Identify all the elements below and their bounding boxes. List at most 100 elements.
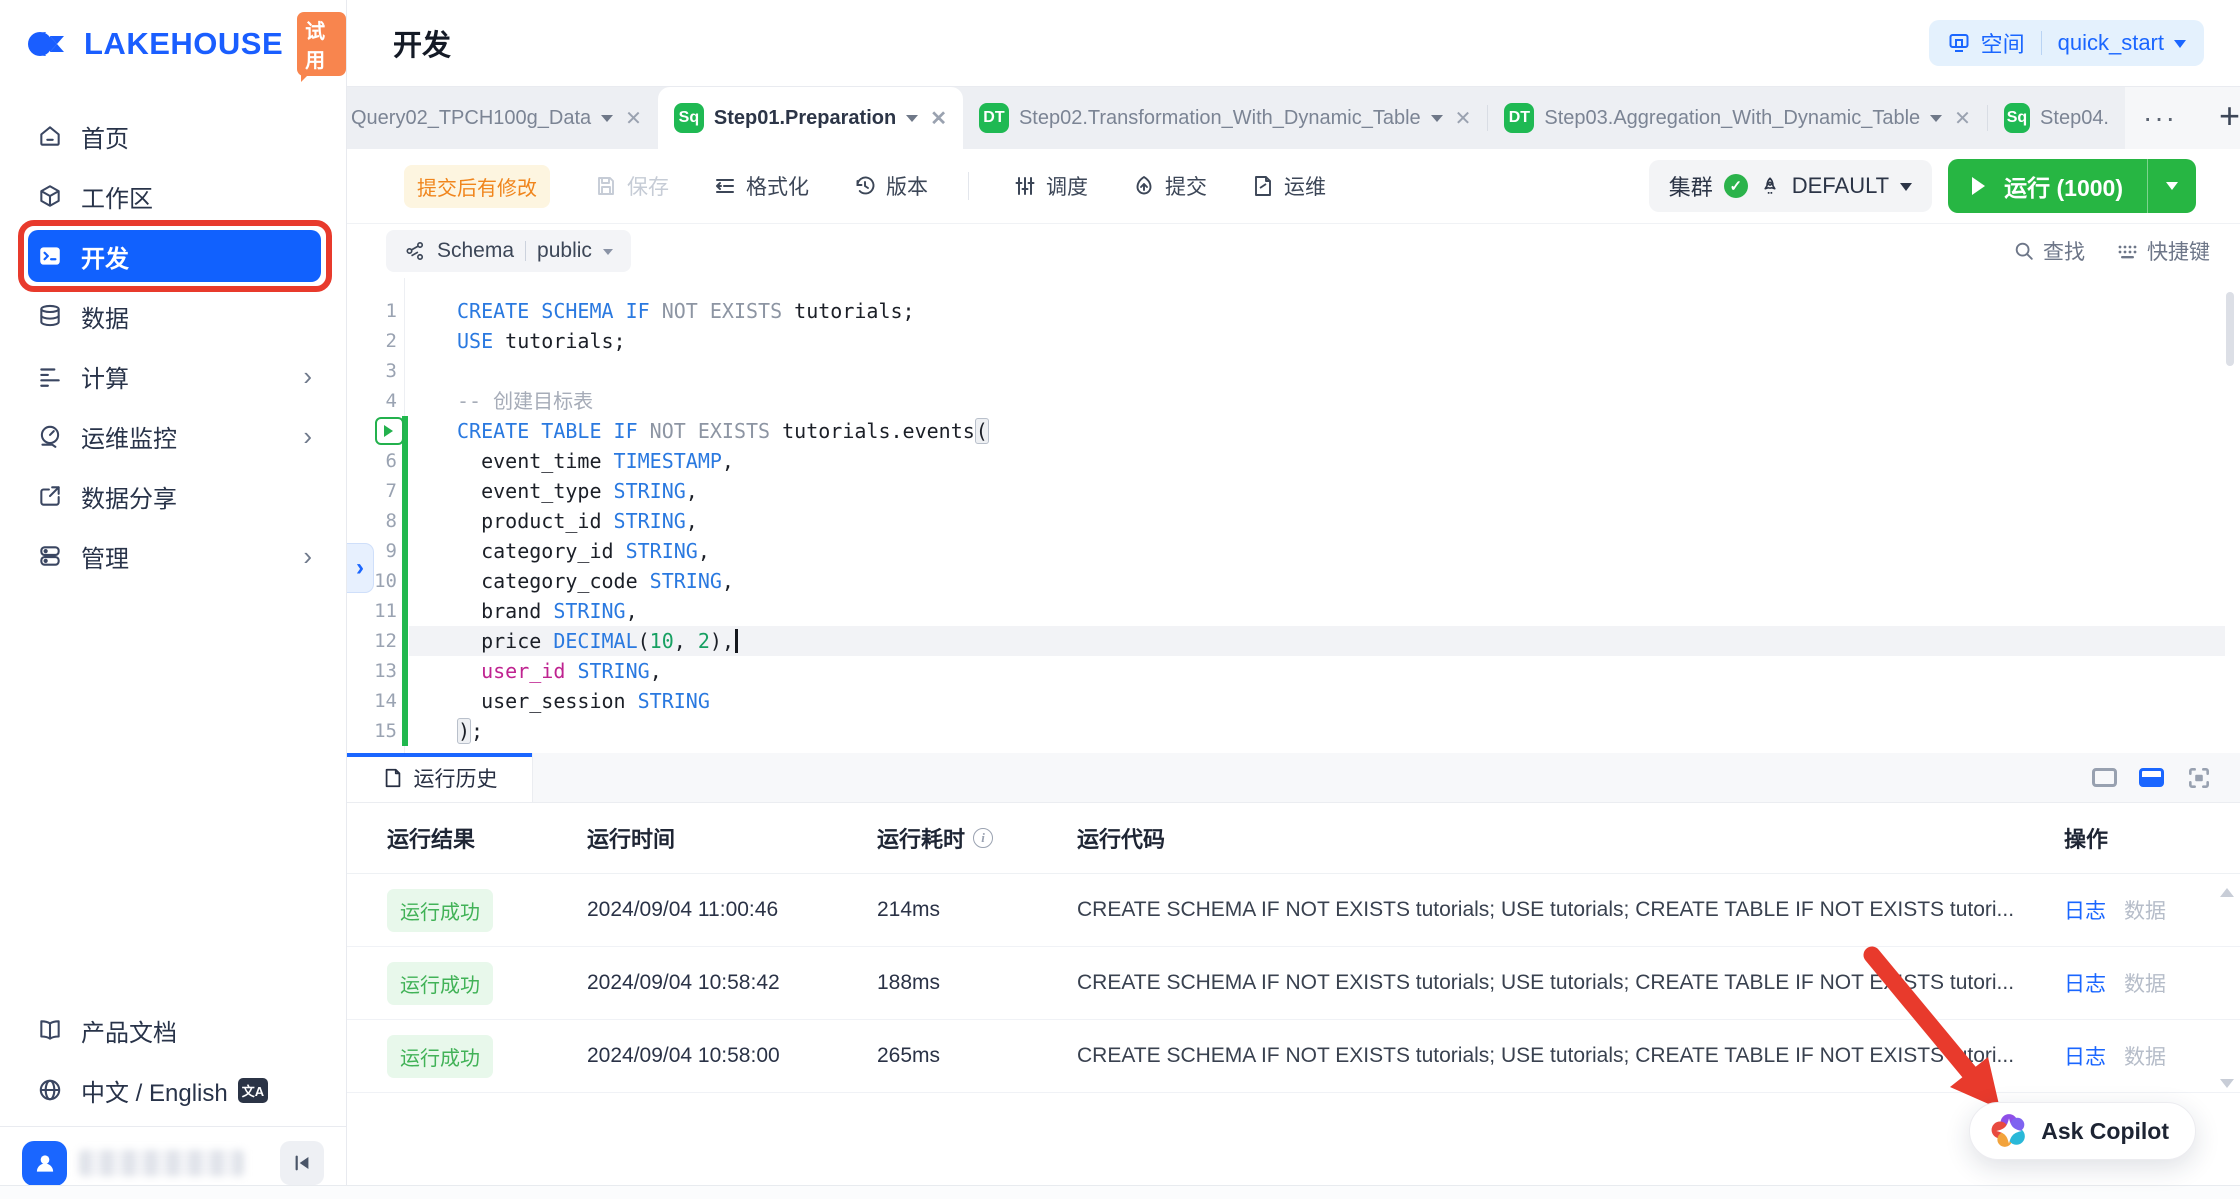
submit-button[interactable]: 提交 xyxy=(1132,171,1207,201)
tab-label: Step04. xyxy=(2040,107,2109,130)
more-tabs-button[interactable]: ··· xyxy=(2143,102,2177,134)
tab-query02[interactable]: Query02_TPCH100g_Data ✕ xyxy=(347,87,658,149)
close-icon[interactable]: ✕ xyxy=(930,106,947,131)
chevron-down-icon[interactable] xyxy=(906,115,918,128)
gauge-icon xyxy=(37,423,63,449)
close-icon[interactable]: ✕ xyxy=(1954,106,1971,131)
run-button[interactable]: 运行 (1000) xyxy=(1948,159,2196,213)
left-panel-expander[interactable]: › xyxy=(347,543,374,593)
sql-editor[interactable]: › 1CREATE SCHEMA IF NOT EXISTS tutorials… xyxy=(347,278,2240,753)
log-link[interactable]: 日志 xyxy=(2064,895,2106,925)
sidebar-item-data-share[interactable]: 数据分享 xyxy=(0,466,346,526)
chevron-down-icon xyxy=(2174,40,2186,54)
code-line: 11 brand STRING, xyxy=(347,596,2240,626)
data-link[interactable]: 数据 xyxy=(2124,1041,2166,1071)
keyboard-icon xyxy=(2115,239,2139,263)
editor-toolbar: 提交后有修改 保存 格式化 版本 调度 提交 xyxy=(347,149,2240,224)
product-docs-link[interactable]: 产品文档 xyxy=(0,1000,346,1060)
close-icon[interactable]: ✕ xyxy=(1455,106,1472,131)
status-badge: 运行成功 xyxy=(387,1035,493,1078)
language-switch[interactable]: 中文 / English 文A xyxy=(0,1060,346,1120)
user-name-redacted xyxy=(79,1150,244,1176)
log-link[interactable]: 日志 xyxy=(2064,1041,2106,1071)
layout-split-bottom-icon[interactable] xyxy=(2139,768,2164,787)
chevron-down-icon[interactable] xyxy=(1930,115,1942,128)
cluster-selector[interactable]: 集群 ✓ DEFAULT xyxy=(1649,160,1932,212)
add-tab-button[interactable]: + xyxy=(2219,95,2240,137)
col-result: 运行结果 xyxy=(387,822,587,854)
sidebar-item-home[interactable]: 首页 xyxy=(0,106,346,166)
ops-button[interactable]: 运维 xyxy=(1251,171,1326,201)
document-icon xyxy=(382,767,404,789)
run-statement-button[interactable] xyxy=(375,417,404,445)
divider xyxy=(525,241,526,261)
shortcuts-button[interactable]: 快捷键 xyxy=(2115,236,2210,266)
sidebar-item-admin[interactable]: 管理 › xyxy=(0,526,346,586)
tab-label: Query02_TPCH100g_Data xyxy=(351,107,591,130)
divider xyxy=(968,172,969,200)
changed-lines-bar xyxy=(402,416,408,746)
chevron-right-icon: › xyxy=(303,543,312,569)
schedule-button[interactable]: 调度 xyxy=(1013,171,1088,201)
sidebar-item-ops-monitor[interactable]: 运维监控 › xyxy=(0,406,346,466)
copilot-icon xyxy=(1990,1112,2028,1150)
tab-step02-transformation[interactable]: DT Step02.Transformation_With_Dynamic_Ta… xyxy=(963,87,1487,149)
sidebar-item-compute[interactable]: 计算 › xyxy=(0,346,346,406)
log-link[interactable]: 日志 xyxy=(2064,968,2106,998)
run-label: 运行 (1000) xyxy=(2004,169,2123,203)
run-options-button[interactable] xyxy=(2148,176,2196,196)
user-avatar[interactable] xyxy=(22,1141,67,1186)
tab-run-history[interactable]: 运行历史 xyxy=(347,753,533,802)
workspace-selector[interactable]: 空间 quick_start xyxy=(1929,20,2204,66)
data-link[interactable]: 数据 xyxy=(2124,895,2166,925)
sidebar-bottom: 产品文档 中文 / English 文A xyxy=(0,1000,346,1199)
history-row[interactable]: 运行成功 2024/09/04 10:58:42 188ms CREATE SC… xyxy=(347,947,2240,1020)
info-icon[interactable]: i xyxy=(973,828,993,848)
save-icon xyxy=(594,174,618,198)
sidebar-item-workspace[interactable]: 工作区 xyxy=(0,166,346,226)
submit-up-icon xyxy=(1132,174,1156,198)
ask-copilot-button[interactable]: Ask Copilot xyxy=(1969,1102,2196,1160)
scroll-up-arrow[interactable] xyxy=(2220,881,2234,897)
code-line: 7 event_type STRING, xyxy=(347,476,2240,506)
sidebar-item-data[interactable]: 数据 xyxy=(0,286,346,346)
run-code: CREATE SCHEMA IF NOT EXISTS tutorials; U… xyxy=(1077,898,2064,922)
schema-bar-right: 查找 快捷键 xyxy=(2013,236,2210,266)
sql-file-badge: Sq xyxy=(674,103,704,133)
code-line: 1CREATE SCHEMA IF NOT EXISTS tutorials; xyxy=(347,296,2240,326)
code-area[interactable]: 1CREATE SCHEMA IF NOT EXISTS tutorials; … xyxy=(347,278,2240,753)
version-button[interactable]: 版本 xyxy=(853,171,928,201)
logo[interactable]: LAKEHOUSE 试用 xyxy=(0,0,346,88)
panel-tab-label: 运行历史 xyxy=(414,763,498,793)
tab-step03-aggregation[interactable]: DT Step03.Aggregation_With_Dynamic_Table… xyxy=(1488,87,1987,149)
save-button[interactable]: 保存 xyxy=(594,171,669,201)
sidebar-item-label: 首页 xyxy=(81,119,129,154)
run-duration: 188ms xyxy=(877,971,1077,995)
tab-step01-preparation[interactable]: Sq Step01.Preparation ✕ xyxy=(658,87,963,149)
close-icon[interactable]: ✕ xyxy=(625,106,642,131)
data-link[interactable]: 数据 xyxy=(2124,968,2166,998)
chevron-down-icon xyxy=(1900,183,1912,197)
chevron-right-icon: › xyxy=(303,423,312,449)
tab-label: Step02.Transformation_With_Dynamic_Table xyxy=(1019,107,1421,130)
sidebar-item-develop[interactable]: 开发 xyxy=(28,230,321,282)
toolbar-right: 集群 ✓ DEFAULT 运行 (1000) xyxy=(1649,159,2196,213)
format-button[interactable]: 格式化 xyxy=(713,171,809,201)
find-button[interactable]: 查找 xyxy=(2013,236,2085,266)
chevron-down-icon[interactable] xyxy=(601,115,613,128)
code-line: CREATE TABLE IF NOT EXISTS tutorials.eve… xyxy=(347,416,2240,446)
fullscreen-icon[interactable] xyxy=(2186,765,2212,791)
schema-selector[interactable]: Schema public xyxy=(386,230,631,272)
sidebar-item-label: 数据 xyxy=(81,299,129,334)
cluster-value: DEFAULT xyxy=(1792,173,1889,199)
schema-value: public xyxy=(537,239,592,263)
sidebar-collapse-button[interactable] xyxy=(280,1141,324,1185)
tab-step04[interactable]: Sq Step04. xyxy=(1988,87,2125,149)
workspace-icon xyxy=(1947,31,1971,55)
layout-normal-icon[interactable] xyxy=(2092,768,2117,787)
history-row[interactable]: 运行成功 2024/09/04 10:58:00 265ms CREATE SC… xyxy=(347,1020,2240,1093)
scroll-down-arrow[interactable] xyxy=(2220,1079,2234,1095)
chevron-down-icon[interactable] xyxy=(1431,115,1443,128)
code-line: 15); xyxy=(347,716,2240,746)
history-row[interactable]: 运行成功 2024/09/04 11:00:46 214ms CREATE SC… xyxy=(347,874,2240,947)
